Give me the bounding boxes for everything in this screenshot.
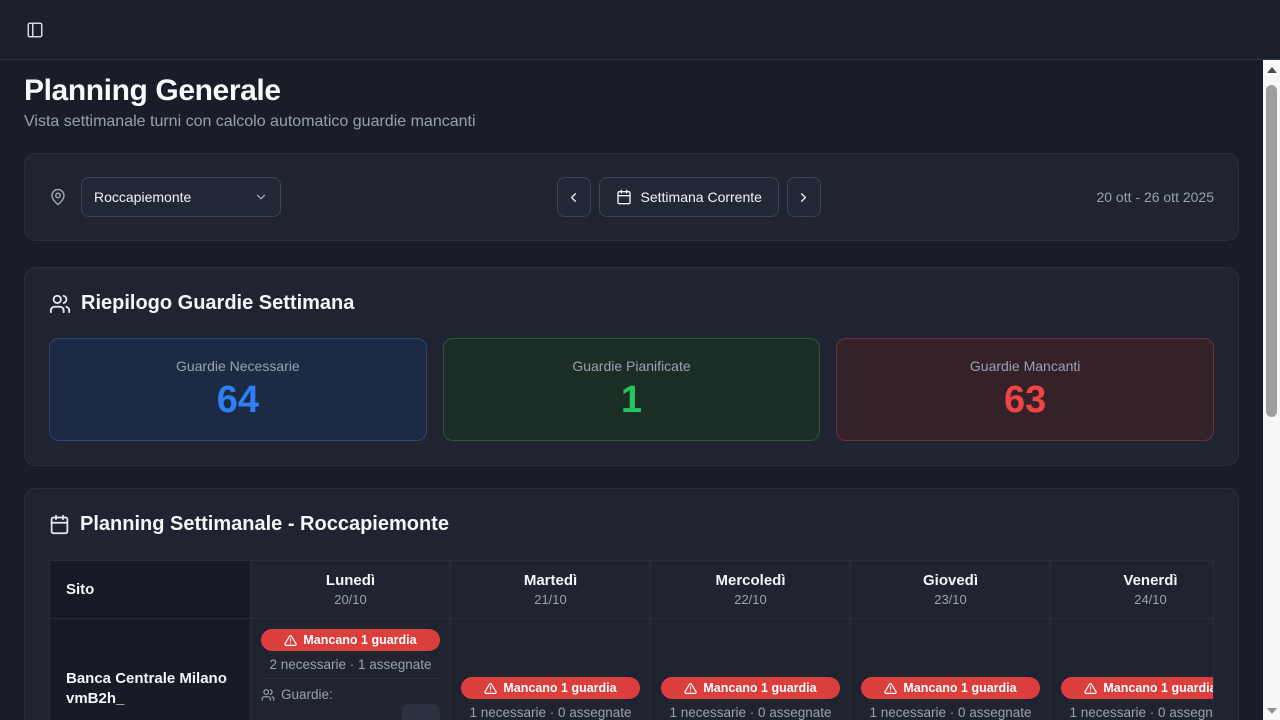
scrollbar-up-arrow-icon[interactable] [1267,67,1277,73]
scrollbar-down-arrow-icon[interactable] [1267,708,1277,714]
day-name: Venerdì [1123,572,1177,589]
warning-triangle-icon [484,682,497,695]
page-subtitle: Vista settimanale turni con calcolo auto… [24,113,1239,131]
map-pin-icon [49,188,67,206]
guards-label: Guardie: [281,687,333,702]
shift-cell-martedi: Mancano 1 guardia 1 necessarie · 0 asseg… [451,619,651,720]
missing-guard-badge-label: Mancano 1 guardia [303,633,416,647]
day-name: Lunedì [326,572,375,589]
column-header-venerdi: Venerdì 24/10 [1051,561,1214,619]
cell-counts: 2 necessarie · 1 assegnate [261,657,440,672]
chevron-right-icon [796,190,811,205]
warning-triangle-icon [884,682,897,695]
stat-value: 1 [444,381,820,419]
cell-counts: 1 necessarie · 0 assegnate [661,705,840,720]
warning-triangle-icon [684,682,697,695]
panel-left-icon [26,21,44,39]
chevron-left-icon [566,190,581,205]
day-date: 23/10 [934,592,967,607]
missing-guard-badge-label: Mancano 1 guardia [703,681,816,695]
column-header-sito: Sito [50,561,251,619]
toolbar-card: Roccapiemonte [24,153,1239,241]
column-header-lunedi: Lunedì 20/10 [251,561,451,619]
vertical-scrollbar[interactable] [1263,60,1280,720]
missing-guard-badge-label: Mancano 1 guardia [903,681,1016,695]
location-select[interactable]: Roccapiemonte [81,177,281,217]
missing-guard-badge: Mancano 1 guardia [461,677,640,699]
calendar-icon [49,514,70,535]
missing-guard-badge: Mancano 1 guardia [661,677,840,699]
guard-chip[interactable] [402,704,440,720]
planning-card: Planning Settimanale - Roccapiemonte Sit… [24,488,1239,720]
sidebar-toggle-button[interactable] [16,11,54,49]
column-header-giovedi: Giovedì 23/10 [851,561,1051,619]
day-date: 21/10 [534,592,567,607]
summary-stats: Guardie Necessarie 64 Guardie Pianificat… [49,338,1214,441]
calendar-icon [616,189,632,205]
day-date: 22/10 [734,592,767,607]
current-week-label: Settimana Corrente [641,189,762,205]
stat-label: Guardie Mancanti [837,358,1213,374]
stat-guardie-pianificate: Guardie Pianificate 1 [443,338,821,441]
cell-divider [261,678,440,679]
shift-cell-mercoledi: Mancano 1 guardia 1 necessarie · 0 asseg… [651,619,851,720]
cell-counts: 1 necessarie · 0 assegnate [1061,705,1214,720]
column-header-martedi: Martedì 21/10 [451,561,651,619]
stat-guardie-mancanti: Guardie Mancanti 63 [836,338,1214,441]
cell-counts: 1 necessarie · 0 assegnate [461,705,640,720]
previous-week-button[interactable] [557,177,591,217]
day-date: 24/10 [1134,592,1167,607]
site-name-cell: Banca Centrale Milano vmB2h_ [50,619,251,720]
stat-label: Guardie Necessarie [50,358,426,374]
shift-cell-lunedi: Mancano 1 guardia 2 necessarie · 1 asseg… [251,619,451,720]
day-date: 20/10 [334,592,367,607]
current-week-button[interactable]: Settimana Corrente [599,177,779,217]
day-name: Martedì [524,572,577,589]
day-name: Mercoledì [715,572,785,589]
cell-counts: 1 necessarie · 0 assegnate [861,705,1040,720]
users-icon [49,293,71,315]
shift-cell-giovedi: Mancano 1 guardia 1 necessarie · 0 asseg… [851,619,1051,720]
planning-title: Planning Settimanale - Roccapiemonte [80,513,449,536]
stat-label: Guardie Pianificate [444,358,820,374]
week-date-range: 20 ott - 26 ott 2025 [1096,189,1214,205]
users-icon [261,688,275,702]
column-header-mercoledi: Mercoledì 22/10 [651,561,851,619]
stat-value: 63 [837,381,1213,419]
shift-cell-venerdi: Mancano 1 guardia 1 necessarie · 0 asseg… [1051,619,1214,720]
next-week-button[interactable] [787,177,821,217]
missing-guard-badge-label: Mancano 1 guardia [1103,681,1214,695]
day-name: Giovedì [923,572,978,589]
missing-guard-badge: Mancano 1 guardia [861,677,1040,699]
missing-guard-badge-label: Mancano 1 guardia [503,681,616,695]
summary-title: Riepilogo Guardie Settimana [81,292,354,315]
top-bar [0,0,1280,60]
week-nav-group: Settimana Corrente [557,177,821,217]
page-title: Planning Generale [24,74,1239,108]
stat-value: 64 [50,381,426,419]
chevron-down-icon [254,190,268,204]
missing-guard-badge: Mancano 1 guardia [1061,677,1214,699]
missing-guard-badge: Mancano 1 guardia [261,629,440,651]
main-content: Planning Generale Vista settimanale turn… [0,60,1263,720]
scrollbar-thumb[interactable] [1266,85,1277,417]
location-group: Roccapiemonte [49,177,281,217]
planning-table: Sito Lunedì 20/10 Martedì 21/10 Mercoled… [49,560,1214,720]
warning-triangle-icon [1084,682,1097,695]
summary-card: Riepilogo Guardie Settimana Guardie Nece… [24,267,1239,466]
location-select-value: Roccapiemonte [94,189,191,205]
warning-triangle-icon [284,634,297,647]
stat-guardie-necessarie: Guardie Necessarie 64 [49,338,427,441]
